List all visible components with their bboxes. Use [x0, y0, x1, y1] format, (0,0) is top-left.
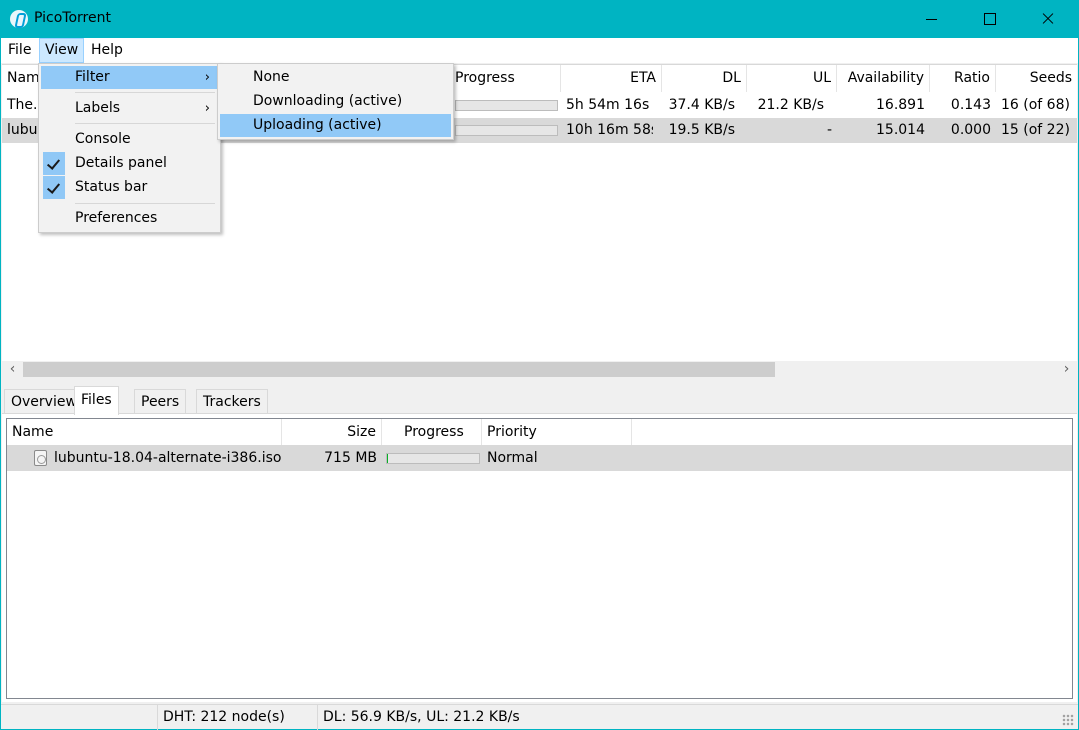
details-panel: Name Size Progress Priority lubuntu-18.0… [2, 413, 1077, 702]
menu-item-preferences[interactable]: Preferences [41, 207, 218, 230]
scroll-right-icon[interactable]: › [1058, 361, 1075, 378]
torrent-dl: 19.5 KB/s [668, 122, 735, 138]
torrent-dl: 37.4 KB/s [668, 97, 735, 113]
iso-file-icon [34, 450, 47, 466]
menu-item-details-panel-label: Details panel [75, 155, 167, 171]
menu-separator [75, 203, 215, 204]
menu-separator [75, 123, 215, 124]
torrent-progress-bar [455, 100, 558, 111]
submenu-arrow-icon: › [204, 70, 210, 85]
menu-item-details-panel[interactable]: Details panel [41, 152, 218, 175]
column-header-dl[interactable]: DL [662, 65, 747, 92]
column-header-eta[interactable]: ETA [561, 65, 662, 92]
torrent-eta: 5h 54m 16s [566, 97, 650, 113]
maximize-button[interactable] [966, 0, 1012, 38]
menu-item-status-bar[interactable]: Status bar [41, 176, 218, 199]
file-name: lubuntu-18.04-alternate-i386.iso [54, 450, 281, 466]
file-size: 715 MB [324, 450, 377, 466]
menu-bar: File View Help [1, 38, 1078, 63]
torrent-availability: 15.014 [876, 122, 925, 138]
file-priority: Normal [487, 450, 538, 466]
tab-trackers[interactable]: Trackers [196, 389, 268, 414]
status-bar: DHT: 212 node(s) DL: 56.9 KB/s, UL: 21.2… [1, 704, 1078, 730]
menu-help[interactable]: Help [85, 38, 129, 63]
filter-submenu: None Downloading (active) Uploading (act… [217, 63, 454, 140]
torrent-seeds: 16 (of 68) [1001, 97, 1070, 113]
torrent-progress-bar [455, 125, 558, 136]
menu-item-status-bar-label: Status bar [75, 179, 148, 195]
resize-grip-icon[interactable] [1062, 714, 1074, 726]
menu-item-labels[interactable]: Labels › [41, 97, 218, 120]
column-header-file-progress[interactable]: Progress [382, 419, 482, 445]
torrent-ratio: 0.000 [950, 122, 991, 138]
menu-view[interactable]: View [39, 38, 85, 63]
close-button[interactable] [1024, 0, 1070, 38]
filter-downloading-active[interactable]: Downloading (active) [220, 90, 451, 113]
tab-files[interactable]: Files [74, 386, 119, 415]
file-progress-bar [386, 453, 480, 464]
column-header-availability[interactable]: Availability [837, 65, 930, 92]
menu-item-filter-label: Filter [75, 69, 110, 85]
menu-separator [75, 92, 215, 93]
menu-item-preferences-label: Preferences [75, 210, 158, 226]
submenu-arrow-icon: › [204, 101, 210, 116]
picotorrent-logo-icon [10, 10, 28, 28]
horizontal-scrollbar[interactable]: ‹ › [2, 361, 1077, 378]
column-header-priority[interactable]: Priority [482, 419, 632, 445]
torrent-eta: 10h 16m 58s [566, 122, 653, 138]
details-tabs: Overview Files Peers Trackers [2, 386, 1077, 415]
torrent-ul: 21.2 KB/s [757, 97, 824, 113]
column-header-ul[interactable]: UL [747, 65, 837, 92]
column-header-seeds[interactable]: Seeds [996, 65, 1077, 92]
window-title: PicoTorrent [34, 10, 111, 26]
file-row[interactable]: lubuntu-18.04-alternate-i386.iso 715 MB … [7, 445, 1072, 471]
torrent-ratio: 0.143 [950, 97, 991, 113]
filter-none[interactable]: None [220, 66, 451, 89]
menu-item-labels-label: Labels [75, 100, 121, 116]
scrollbar-thumb[interactable] [23, 362, 775, 377]
menu-item-console-label: Console [75, 131, 131, 147]
menu-item-console[interactable]: Console [41, 128, 218, 151]
menu-file[interactable]: File [2, 38, 37, 63]
checkmark-icon [43, 176, 65, 199]
column-header-size[interactable]: Size [282, 419, 382, 445]
status-transfer-rates: DL: 56.9 KB/s, UL: 21.2 KB/s [317, 705, 1061, 730]
column-header-progress[interactable]: Progress [450, 65, 561, 92]
menu-item-filter[interactable]: Filter › [41, 66, 218, 89]
torrent-ul: - [826, 122, 832, 138]
torrent-availability: 16.891 [876, 97, 925, 113]
view-menu: Filter › Labels › Console Details panel … [38, 63, 221, 233]
tab-overview[interactable]: Overview [4, 389, 84, 414]
column-header-ratio[interactable]: Ratio [930, 65, 996, 92]
minimize-button[interactable] [908, 0, 954, 38]
scroll-left-icon[interactable]: ‹ [4, 361, 21, 378]
title-bar: PicoTorrent [0, 0, 1079, 38]
column-header-file-name[interactable]: Name [7, 419, 282, 445]
files-list[interactable]: Name Size Progress Priority lubuntu-18.0… [6, 418, 1073, 699]
checkmark-icon [43, 152, 65, 175]
status-dht: DHT: 212 node(s) [157, 705, 317, 730]
files-list-header: Name Size Progress Priority [7, 419, 1072, 445]
tab-peers[interactable]: Peers [134, 389, 187, 414]
torrent-seeds: 15 (of 22) [1001, 122, 1070, 138]
filter-uploading-active[interactable]: Uploading (active) [220, 114, 451, 137]
